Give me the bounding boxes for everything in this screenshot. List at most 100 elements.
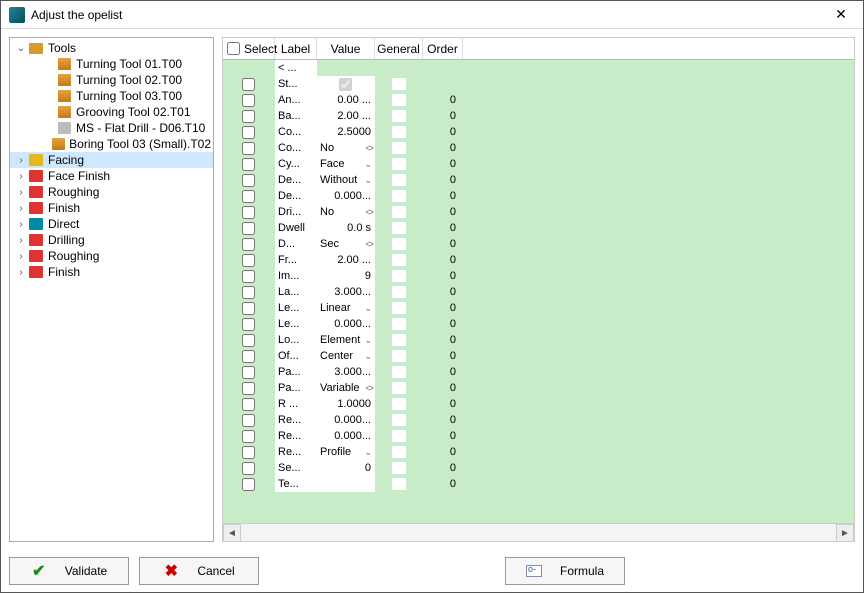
row-checkbox[interactable] [242,462,255,475]
cell-general[interactable] [375,380,423,396]
cell-value[interactable]: 2.00 ... [317,252,375,268]
cell-label[interactable]: Co... [275,140,317,156]
cell-general[interactable] [375,412,423,428]
cell-order[interactable]: 0 [423,300,463,316]
grid-row[interactable]: Pa...Variable<>0 [223,380,854,396]
cell-label[interactable]: Le... [275,316,317,332]
cell-order[interactable]: 0 [423,284,463,300]
cell-select[interactable] [223,380,275,396]
grid-row[interactable]: Ba...2.00 ...0 [223,108,854,124]
grid-row[interactable]: De...Without⌄0 [223,172,854,188]
row-checkbox[interactable] [242,302,255,315]
general-box[interactable] [392,318,406,330]
formula-button[interactable]: Formula [505,557,625,585]
cell-value[interactable] [317,476,375,492]
cell-select[interactable] [223,396,275,412]
grid-row[interactable]: De...0.000...0 [223,188,854,204]
validate-button[interactable]: ✔ Validate [9,557,129,585]
general-box[interactable] [392,174,406,186]
close-icon[interactable]: ✕ [827,6,855,23]
general-box[interactable] [392,414,406,426]
cell-general[interactable] [375,76,423,92]
cell-general[interactable] [375,444,423,460]
row-checkbox[interactable] [242,110,255,123]
cell-order[interactable]: 0 [423,172,463,188]
cell-select[interactable] [223,300,275,316]
cell-general[interactable] [375,204,423,220]
grid-row[interactable]: Co...2.50000 [223,124,854,140]
chevron-down-icon[interactable]: ⌄ [364,159,372,170]
general-box[interactable] [392,366,406,378]
cell-value[interactable]: 0.000... [317,316,375,332]
cell-value[interactable]: 3.000... [317,364,375,380]
grid-row[interactable]: An...0.00 ...0 [223,92,854,108]
row-checkbox[interactable] [242,478,255,491]
cell-select[interactable] [223,268,275,284]
cell-select[interactable] [223,156,275,172]
cell-label[interactable]: Co... [275,124,317,140]
row-checkbox[interactable] [242,158,255,171]
general-box[interactable] [392,478,406,490]
cell-general[interactable] [375,300,423,316]
cell-label[interactable]: Le... [275,300,317,316]
chevron-right-icon[interactable]: › [14,203,28,214]
general-box[interactable] [392,446,406,458]
cell-value[interactable]: Without⌄ [317,172,375,188]
cell-select[interactable] [223,364,275,380]
cell-label[interactable]: An... [275,92,317,108]
chevron-right-icon[interactable]: › [14,171,28,182]
tree-root-tools[interactable]: ⌄ Tools [10,40,213,56]
grid-row[interactable]: Cy...Face⌄0 [223,156,854,172]
cell-value[interactable]: Variable<> [317,380,375,396]
hscrollbar[interactable]: ◄ ► [223,523,854,541]
cell-select[interactable] [223,412,275,428]
cell-label[interactable]: D... [275,236,317,252]
spin-icon[interactable]: <> [365,143,372,153]
cell-select[interactable] [223,316,275,332]
cell-label[interactable]: St... [275,76,317,92]
cell-value[interactable]: 0.000... [317,412,375,428]
cell-general[interactable] [375,268,423,284]
cell-value[interactable]: 2.00 ... [317,108,375,124]
cell-value[interactable]: 3.000... [317,284,375,300]
cell-order[interactable]: 0 [423,412,463,428]
chevron-right-icon[interactable]: › [14,155,28,166]
row-checkbox[interactable] [242,206,255,219]
cell-label[interactable]: De... [275,188,317,204]
cell-select[interactable] [223,108,275,124]
row-checkbox[interactable] [242,350,255,363]
cell-select[interactable] [223,460,275,476]
cell-order[interactable]: 0 [423,476,463,492]
cell-label[interactable]: Lo... [275,332,317,348]
cell-order[interactable]: 0 [423,220,463,236]
cell-select[interactable] [223,444,275,460]
cell-value[interactable]: Linear⌄ [317,300,375,316]
chevron-down-icon[interactable]: ⌄ [364,335,372,346]
row-checkbox[interactable] [242,142,255,155]
col-general[interactable]: General [375,38,423,59]
cell-general[interactable] [375,172,423,188]
cell-value[interactable] [317,76,375,92]
row-checkbox[interactable] [242,446,255,459]
general-box[interactable] [392,382,406,394]
grid-row[interactable]: St... [223,76,854,92]
general-box[interactable] [392,78,406,90]
cell-order[interactable]: 0 [423,444,463,460]
cell-value[interactable]: 0.000... [317,428,375,444]
cell-general[interactable] [375,348,423,364]
grid-row[interactable]: La...3.000...0 [223,284,854,300]
cell-label[interactable]: Dri... [275,204,317,220]
chevron-right-icon[interactable]: › [14,251,28,262]
grid-filter-row[interactable]: < ... [223,60,854,76]
chevron-right-icon[interactable]: › [14,267,28,278]
cell-order[interactable]: 0 [423,188,463,204]
cell-order[interactable]: 0 [423,156,463,172]
cell-order[interactable]: 0 [423,316,463,332]
cell-general[interactable] [375,284,423,300]
cell-label[interactable]: Of... [275,348,317,364]
grid-row[interactable]: Re...0.000...0 [223,412,854,428]
cell-value[interactable]: 0.0 s [317,220,375,236]
grid-row[interactable]: Pa...3.000...0 [223,364,854,380]
row-checkbox[interactable] [242,334,255,347]
general-box[interactable] [392,302,406,314]
